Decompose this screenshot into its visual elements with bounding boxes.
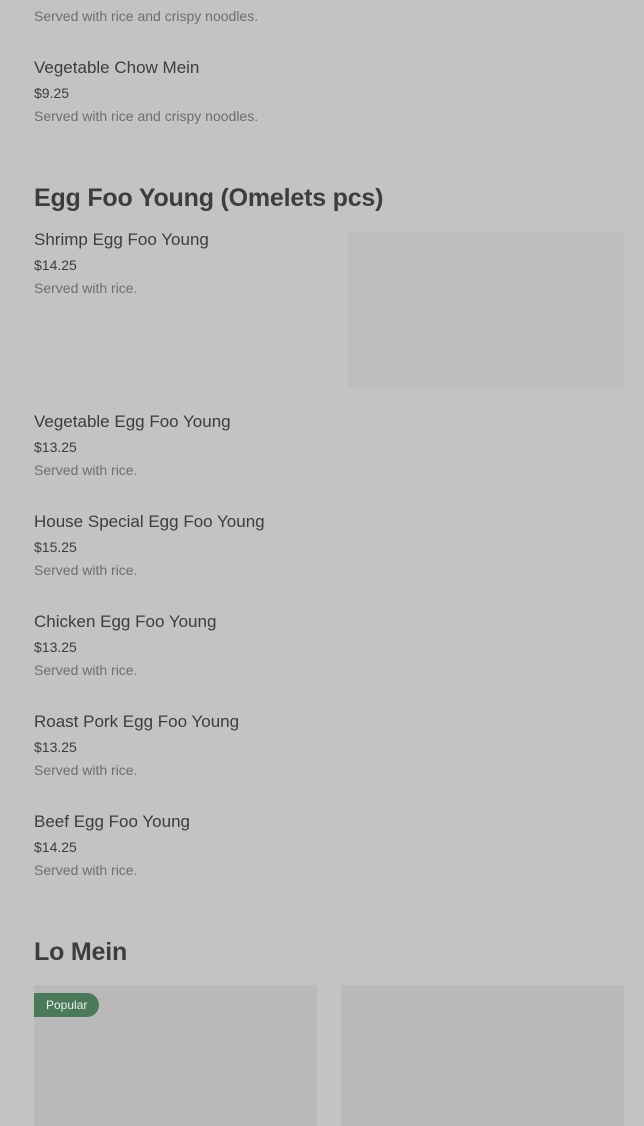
item-price: $13.25 [34, 639, 77, 655]
item-price: $14.25 [34, 839, 77, 855]
item-description: Served with rice. [34, 280, 138, 296]
menu-page: Served with rice and crispy noodles. Veg… [0, 0, 644, 1126]
item-name[interactable]: Vegetable Chow Mein [34, 58, 199, 78]
popular-badge: Popular [34, 993, 100, 1017]
item-description: Served with rice. [34, 462, 138, 478]
item-name[interactable]: Beef Egg Foo Young [34, 812, 190, 832]
item-description: Served with rice and crispy noodles. [34, 108, 259, 124]
item-description: Served with rice. [34, 562, 138, 578]
item-price: $13.25 [34, 739, 77, 755]
section-title-lo-mein: Lo Mein [34, 938, 128, 966]
menu-card[interactable] [341, 985, 624, 1126]
item-name[interactable]: Chicken Egg Foo Young [34, 612, 216, 632]
item-price: $14.25 [34, 257, 77, 273]
item-description: Served with rice. [34, 662, 138, 678]
item-price: $9.25 [34, 85, 70, 101]
item-image-placeholder[interactable] [348, 232, 624, 388]
item-description: Served with rice. [34, 762, 138, 778]
item-description: Served with rice. [34, 862, 138, 878]
section-title-egg-foo-young: Egg Foo Young (Omelets pcs) [34, 184, 384, 212]
item-price: $15.25 [34, 539, 77, 555]
item-name[interactable]: Vegetable Egg Foo Young [34, 412, 231, 432]
item-description: Served with rice and crispy noodles. [34, 8, 259, 24]
item-name[interactable]: House Special Egg Foo Young [34, 512, 265, 532]
item-name[interactable]: Shrimp Egg Foo Young [34, 230, 209, 250]
item-name[interactable]: Roast Pork Egg Foo Young [34, 712, 239, 732]
item-price: $13.25 [34, 439, 77, 455]
